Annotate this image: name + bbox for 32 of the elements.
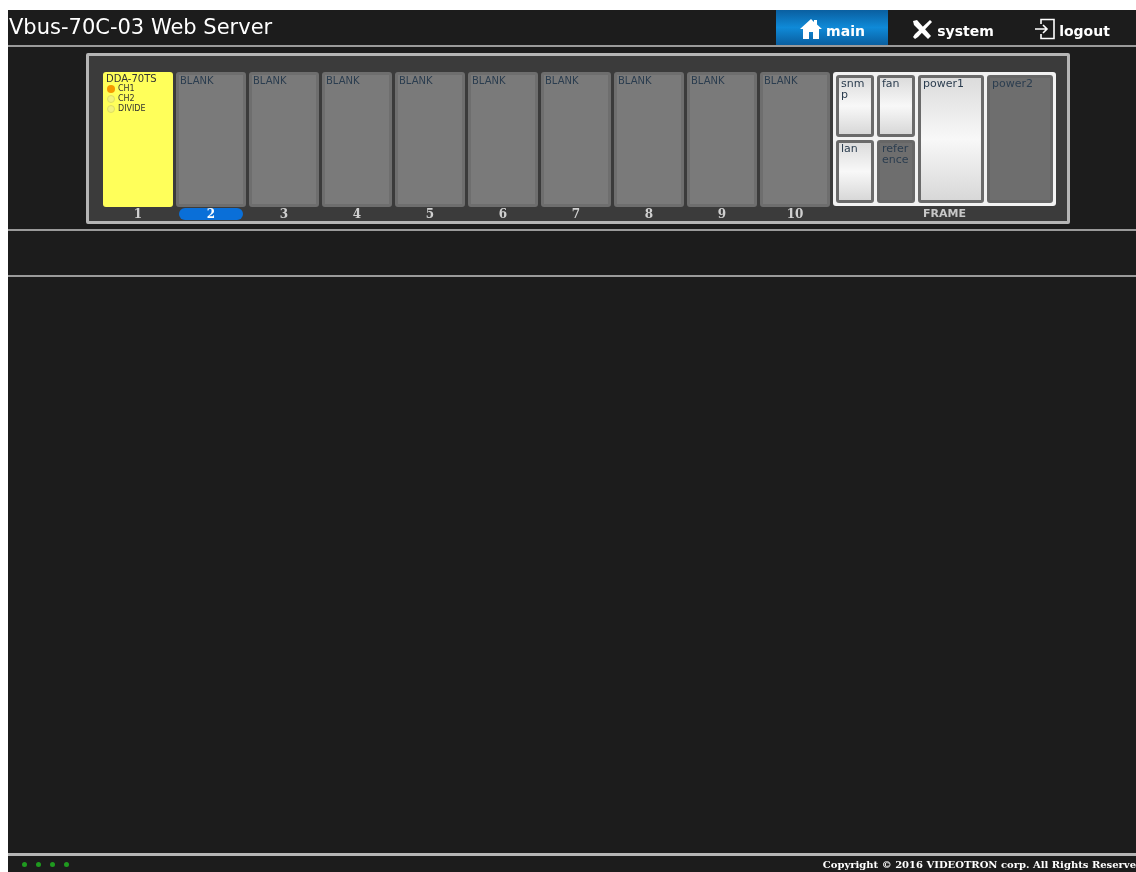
nav-tab[interactable]: system bbox=[896, 10, 1008, 45]
frame-module[interactable]: snm p bbox=[836, 75, 874, 137]
status-led-icon bbox=[36, 861, 41, 867]
led-label: CH1 bbox=[118, 84, 135, 94]
frame-module[interactable]: lan bbox=[836, 140, 874, 203]
frame-label: FRAME bbox=[923, 207, 966, 221]
slot-number[interactable]: 6 bbox=[471, 208, 535, 220]
led-label: DIVIDE bbox=[118, 104, 146, 114]
led-label: CH2 bbox=[118, 94, 135, 104]
slot-number[interactable]: 5 bbox=[398, 208, 462, 220]
logout-icon bbox=[1034, 17, 1057, 40]
slot-number[interactable]: 4 bbox=[325, 208, 389, 220]
slot-number[interactable]: 1 bbox=[106, 208, 170, 220]
nav-tab[interactable]: main bbox=[776, 10, 888, 45]
status-led-icon bbox=[50, 861, 55, 867]
slot-number[interactable]: 3 bbox=[252, 208, 316, 220]
status-led-icon bbox=[64, 861, 69, 867]
module-name: DDA-70TS bbox=[106, 73, 158, 84]
module-card[interactable]: DDA-70TS CH1 CH2 DIVIDE bbox=[103, 72, 173, 207]
slot-number[interactable]: 10 bbox=[763, 208, 827, 220]
slot-number[interactable]: 2 bbox=[179, 208, 243, 220]
slot-number[interactable]: 9 bbox=[690, 208, 754, 220]
status-led-icon bbox=[22, 861, 27, 867]
frame-module[interactable]: power1 bbox=[918, 75, 984, 203]
frame-module[interactable]: fan bbox=[877, 75, 915, 137]
slot-number[interactable]: 8 bbox=[617, 208, 681, 220]
home-icon bbox=[799, 17, 824, 40]
slot-number[interactable]: 7 bbox=[544, 208, 608, 220]
tools-icon bbox=[910, 17, 935, 40]
page-title: Vbus-70C-03 Web Server bbox=[8, 13, 273, 41]
nav-tab[interactable]: logout bbox=[1016, 10, 1128, 45]
copyright-text: Copyright © 2016 VIDEOTRON corp. All Rights Reserve bbox=[822, 857, 1136, 872]
